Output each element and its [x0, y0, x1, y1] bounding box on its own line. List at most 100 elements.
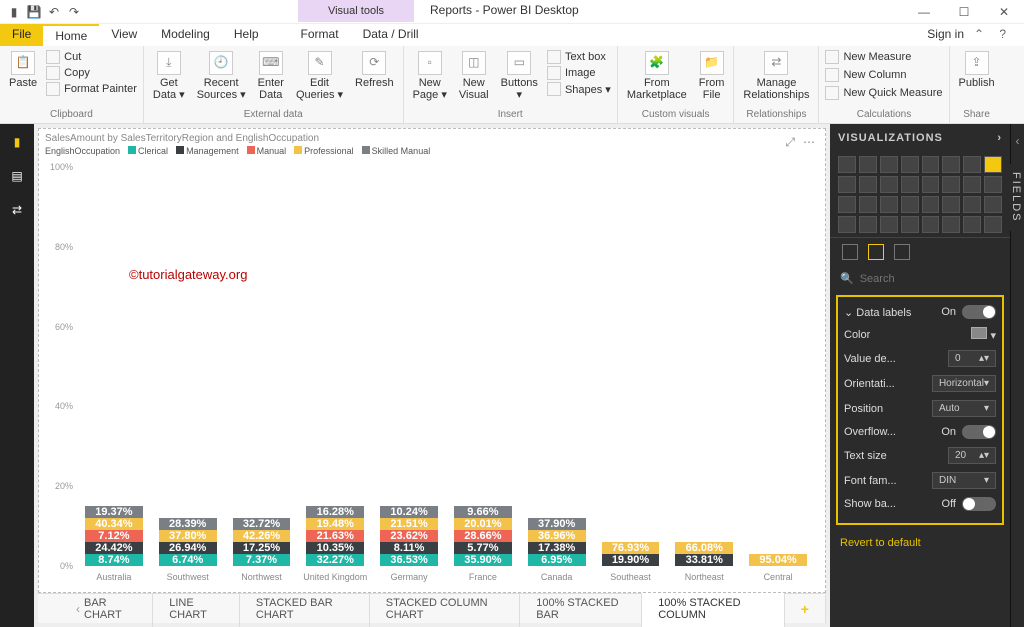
publish-button[interactable]: ⇪Publish	[956, 49, 998, 91]
segment-management: 33.81%	[675, 554, 733, 566]
visualizations-header[interactable]: VISUALIZATIONS›	[830, 124, 1010, 152]
bar-central[interactable]: 95.04%	[749, 554, 807, 566]
model-view-icon[interactable]: ⇄	[7, 200, 27, 220]
data-label: 33.81%	[686, 554, 723, 566]
page-tabs: ‹ BAR CHART LINE CHART STACKED BAR CHART…	[38, 593, 826, 623]
tab-home[interactable]: Home	[43, 24, 99, 46]
cut-button[interactable]: Cut	[46, 49, 137, 65]
segment-management: 5.77%	[454, 542, 512, 554]
bar-northwest[interactable]: 7.37%17.25%42.26%32.72%	[233, 518, 291, 566]
position-select[interactable]: Auto▾	[932, 400, 996, 417]
analytics-mode-icon[interactable]	[894, 244, 910, 260]
data-label: 8.11%	[394, 542, 425, 554]
from-file-button[interactable]: 📁From File	[696, 49, 728, 103]
textbox-button[interactable]: Text box	[547, 49, 611, 65]
bar-canada[interactable]: 6.95%17.38%36.96%37.90%	[528, 518, 586, 566]
data-label: 20.01%	[464, 518, 501, 530]
new-visual-button[interactable]: ◫New Visual	[456, 49, 492, 103]
manage-relationships-button[interactable]: ⇄Manage Relationships	[740, 49, 812, 103]
minimize-button[interactable]: —	[904, 0, 944, 24]
report-view-icon[interactable]: ▮	[7, 132, 27, 152]
bar-france[interactable]: 35.90%5.77%28.66%20.01%9.66%	[454, 506, 512, 566]
paste-button[interactable]: 📋Paste	[6, 49, 40, 91]
maximize-button[interactable]: ☐	[944, 0, 984, 24]
page-tab-bar-chart[interactable]: BAR CHART	[68, 591, 153, 627]
new-page-button[interactable]: ▫New Page ▾	[410, 49, 450, 103]
segment-skilled-manual: 9.66%	[454, 506, 512, 518]
save-icon[interactable]: 💾	[26, 4, 42, 20]
bar-united-kingdom[interactable]: 32.27%10.35%21.63%19.48%16.28%	[306, 506, 364, 566]
bar-southwest[interactable]: 6.74%26.94%37.80%28.39%	[159, 518, 217, 566]
segment-clerical: 6.74%	[159, 554, 217, 566]
visualization-type-gallery[interactable]	[830, 152, 1010, 237]
format-painter-button[interactable]: Format Painter	[46, 81, 137, 97]
image-button[interactable]: Image	[547, 65, 611, 81]
enter-data-button[interactable]: ⌨Enter Data	[255, 49, 287, 103]
legend-item-manual: Manual	[247, 146, 287, 156]
show-background-toggle[interactable]	[962, 497, 996, 511]
close-button[interactable]: ✕	[984, 0, 1024, 24]
tab-help[interactable]: Help	[222, 24, 271, 46]
segment-professional: 20.01%	[454, 518, 512, 530]
data-label: 32.27%	[317, 554, 354, 566]
tab-file[interactable]: File	[0, 24, 43, 46]
buttons-button[interactable]: ▭Buttons ▾	[498, 49, 541, 103]
data-view-icon[interactable]: ▤	[7, 166, 27, 186]
search-input[interactable]	[860, 273, 1002, 285]
more-options-icon[interactable]: ⋯	[803, 135, 815, 150]
watermark-text: ©tutorialgateway.org	[129, 267, 247, 282]
data-label: 24.42%	[95, 542, 132, 554]
format-mode-icon[interactable]	[868, 244, 884, 260]
new-quick-measure-button[interactable]: New Quick Measure	[825, 85, 942, 101]
bar-southeast[interactable]: 19.90%76.93%	[602, 542, 660, 566]
tab-data-drill[interactable]: Data / Drill	[351, 24, 431, 46]
bar-northeast[interactable]: 33.81%66.08%	[675, 542, 733, 566]
fields-mode-icon[interactable]	[842, 244, 858, 260]
redo-icon[interactable]: ↷	[66, 4, 82, 20]
bar-germany[interactable]: 36.53%8.11%23.62%21.51%10.24%	[380, 506, 438, 566]
from-marketplace-button[interactable]: 🧩From Marketplace	[624, 49, 690, 103]
shapes-button[interactable]: Shapes ▾	[547, 81, 611, 97]
data-label: 37.90%	[538, 518, 575, 530]
sign-in-link[interactable]: Sign in	[927, 27, 964, 41]
bar-australia[interactable]: 8.74%24.42%7.12%40.34%19.37%	[85, 506, 143, 566]
get-data-button[interactable]: ⤓Get Data ▾	[150, 49, 188, 103]
tab-modeling[interactable]: Modeling	[149, 24, 222, 46]
copy-button[interactable]: Copy	[46, 65, 137, 81]
collapse-ribbon-icon[interactable]: ⌃	[974, 27, 984, 41]
refresh-button[interactable]: ⟳Refresh	[352, 49, 397, 91]
page-tab-line-chart[interactable]: LINE CHART	[153, 591, 240, 627]
help-icon[interactable]: ?	[999, 27, 1006, 41]
data-labels-header[interactable]: ⌄ Data labels On	[844, 301, 996, 323]
add-page-button[interactable]: +	[785, 595, 826, 623]
chart-visual[interactable]: ⤢ ⋯ SalesAmount by SalesTerritoryRegion …	[38, 128, 826, 593]
value-decimals-stepper[interactable]: 0▴▾	[948, 350, 996, 367]
ribbon-group-custom-visuals: 🧩From Marketplace 📁From File Custom visu…	[618, 46, 735, 123]
undo-icon[interactable]: ↶	[46, 4, 62, 20]
segment-professional: 66.08%	[675, 542, 733, 554]
data-label: 95.04%	[759, 554, 796, 566]
overflow-toggle[interactable]	[962, 425, 996, 439]
data-label: 26.94%	[169, 542, 206, 554]
recent-sources-button[interactable]: 🕘Recent Sources ▾	[194, 49, 249, 103]
new-measure-button[interactable]: New Measure	[825, 49, 942, 65]
fields-pane-collapsed[interactable]: ‹ FIELDS	[1010, 124, 1024, 627]
page-tab-stacked-bar-chart[interactable]: STACKED BAR CHART	[240, 591, 370, 627]
revert-to-default-link[interactable]: Revert to default	[830, 533, 1010, 553]
edit-queries-button[interactable]: ✎Edit Queries ▾	[293, 49, 346, 103]
format-data-labels-card: ⌄ Data labels On Color ▾ Value de... 0▴▾…	[836, 295, 1004, 525]
page-tab-100-stacked-bar[interactable]: 100% STACKED BAR	[520, 591, 642, 627]
orientation-select[interactable]: Horizontal▾	[932, 375, 996, 392]
font-family-select[interactable]: DIN▾	[932, 472, 996, 489]
text-size-stepper[interactable]: 20▴▾	[948, 447, 996, 464]
page-tab-100-stacked-column[interactable]: 100% STACKED COLUMN	[642, 590, 785, 627]
tab-view[interactable]: View	[99, 24, 149, 46]
page-tab-stacked-column-chart[interactable]: STACKED COLUMN CHART	[370, 591, 520, 627]
new-column-button[interactable]: New Column	[825, 67, 942, 83]
data-label: 17.38%	[538, 542, 575, 554]
tab-format[interactable]: Format	[289, 24, 351, 46]
data-labels-toggle[interactable]	[962, 305, 996, 319]
focus-mode-icon[interactable]: ⤢	[785, 135, 795, 150]
color-picker[interactable]: ▾	[971, 327, 996, 342]
page-tab-prev-icon[interactable]: ‹	[76, 602, 80, 616]
